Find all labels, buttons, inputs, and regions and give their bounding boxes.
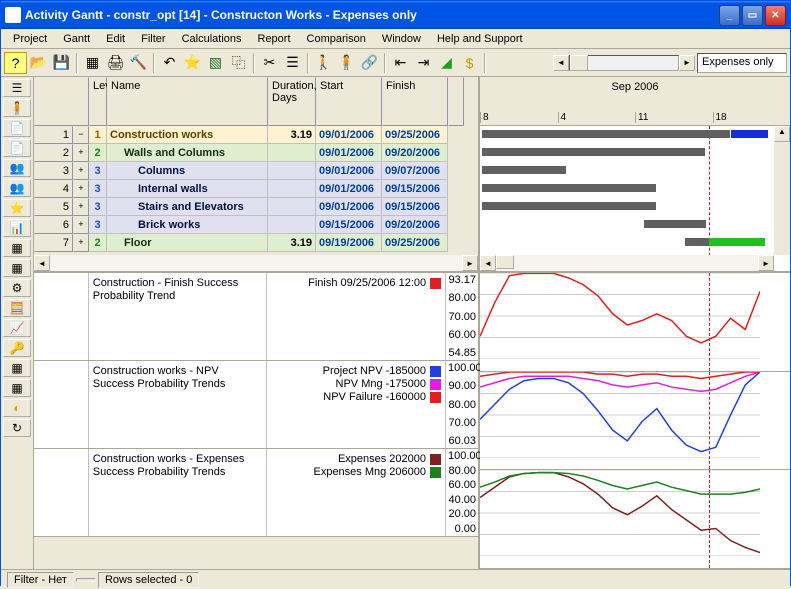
status-rows: Rows selected - 0 [98,572,199,588]
menu-filter[interactable]: Filter [133,31,173,46]
expand-button[interactable]: + [73,234,89,252]
chart-icon[interactable]: ◢ [435,52,458,74]
view-dropdown[interactable]: Expenses only [697,53,787,73]
menu-window[interactable]: Window [374,31,429,46]
link-icon[interactable]: 🔗 [358,52,381,74]
lt-grid1-icon[interactable]: ▦ [3,239,31,257]
trend3-title: Construction works - Expenses Success Pr… [89,449,267,536]
lt-star-icon[interactable]: ⭐ [3,199,31,217]
save-icon[interactable]: 💾 [50,52,73,74]
gantt-hscroll[interactable]: ◄► [480,255,774,271]
titlebar: Activity Gantt - constr_opt [14] - Const… [1,1,790,29]
col-name[interactable]: Name [107,77,268,126]
person-icon[interactable]: 🧍 [335,52,358,74]
lt-gear-icon[interactable]: ⚙ [3,279,31,297]
menu-comparison[interactable]: Comparison [299,31,374,46]
expand-button[interactable]: + [73,162,89,180]
maximize-button[interactable]: ▭ [742,5,763,26]
lt-pie-icon[interactable]: ◐ [3,399,31,417]
menu-report[interactable]: Report [250,31,299,46]
window-title: Activity Gantt - constr_opt [14] - Const… [25,8,719,22]
undo-icon[interactable]: ↶ [158,52,181,74]
trend-grid: Construction - Finish Success Probabilit… [34,273,480,569]
col-start[interactable]: Start [316,77,382,126]
col-duration[interactable]: Duration, Days [268,77,316,126]
trend1-title: Construction - Finish Success Probabilit… [89,273,267,360]
trend-charts [480,273,790,569]
task-row[interactable]: 6+3Brick works09/15/200609/20/2006 [34,216,478,234]
open-icon[interactable]: 📂 [27,52,50,74]
lt-graph-icon[interactable]: 📈 [3,319,31,337]
task-row[interactable]: 5+3Stairs and Elevators09/01/200609/15/2… [34,198,478,216]
task-row[interactable]: 3+3Columns09/01/200609/07/2006 [34,162,478,180]
expand-button[interactable]: + [73,180,89,198]
task-row[interactable]: 7+2Floor3.1909/19/200609/25/2006 [34,234,478,252]
col-finish[interactable]: Finish [382,77,448,126]
menu-edit[interactable]: Edit [98,31,133,46]
expand-button[interactable]: + [73,144,89,162]
list-icon[interactable]: ☰ [281,52,304,74]
menu-gantt[interactable]: Gantt [55,31,98,46]
dollar-icon[interactable]: $ [458,52,481,74]
goto-start-icon[interactable]: ⇤ [389,52,412,74]
lt-grid4-icon[interactable]: ▦ [3,379,31,397]
help-icon[interactable]: ? [4,52,27,74]
grid-icon[interactable]: ▦ [81,52,104,74]
lt-key-icon[interactable]: 🔑 [3,339,31,357]
excel-icon[interactable]: ▧ [204,52,227,74]
lt-person-icon[interactable]: 🧍 [3,99,31,117]
task-grid: Lev Name Duration, Days Start Finish 1−1… [34,77,480,271]
expand-button[interactable]: + [73,216,89,234]
lt-doc2-icon[interactable]: 📄 [3,139,31,157]
lt-grid2-icon[interactable]: ▦ [3,259,31,277]
toolbar-scroll[interactable]: ◄► [553,55,695,71]
menu-help[interactable]: Help and Support [429,31,531,46]
grid-hscroll[interactable]: ◄► [34,255,478,271]
lt-people1-icon[interactable]: 👥 [3,159,31,177]
trend2-title: Construction works - NPV Success Probabi… [89,361,267,448]
task-row[interactable]: 2+2Walls and Columns09/01/200609/20/2006 [34,144,478,162]
lt-arrow-icon[interactable]: ↻ [3,419,31,437]
menu-project[interactable]: Project [5,31,55,46]
copy-icon[interactable]: ⿻ [227,52,250,74]
lt-chart-icon[interactable]: 📊 [3,219,31,237]
lt-people2-icon[interactable]: 👥 [3,179,31,197]
col-lev[interactable]: Lev [89,77,107,126]
minimize-button[interactable]: _ [719,5,740,26]
task-row[interactable]: 4+3Internal walls09/01/200609/15/2006 [34,180,478,198]
timeline-month: Sep 2006 [480,81,790,93]
goto-end-icon[interactable]: ⇥ [412,52,435,74]
print-icon[interactable]: 🖨 [104,52,127,74]
lt-bars-icon[interactable]: ☰ [3,79,31,97]
menubar: Project Gantt Edit Filter Calculations R… [1,29,790,49]
hammer-icon[interactable]: 🔨 [127,52,150,74]
left-toolbar: ☰ 🧍 📄 📄 👥 👥 ⭐ 📊 ▦ ▦ ⚙ 🧮 📈 🔑 ▦ ▦ ◐ ↻ [1,77,34,569]
lt-doc1-icon[interactable]: 📄 [3,119,31,137]
app-icon [5,7,21,23]
toolbar: ? 📂 💾 ▦ 🖨 🔨 ↶ ⭐ ▧ ⿻ ✂ ☰ 🚶 🧍 🔗 ⇤ ⇥ ◢ $ ◄►… [1,49,790,77]
person-walk-icon[interactable]: 🚶 [312,52,335,74]
close-button[interactable]: ✕ [765,5,786,26]
statusbar: Filter - Нет Rows selected - 0 [1,569,790,589]
col-num[interactable] [34,77,89,126]
lt-calc-icon[interactable]: 🧮 [3,299,31,317]
expand-button[interactable]: − [73,126,89,144]
menu-calculations[interactable]: Calculations [174,31,250,46]
gantt-vscroll[interactable]: ▲ [774,126,790,255]
task-row[interactable]: 1−1Construction works3.1909/01/200609/25… [34,126,478,144]
expand-button[interactable]: + [73,198,89,216]
lt-grid3-icon[interactable]: ▦ [3,359,31,377]
gantt-chart: Sep 2006 8 4 11 18 [480,77,790,271]
cut-icon[interactable]: ✂ [258,52,281,74]
status-filter: Filter - Нет [7,572,74,588]
star-icon[interactable]: ⭐ [181,52,204,74]
